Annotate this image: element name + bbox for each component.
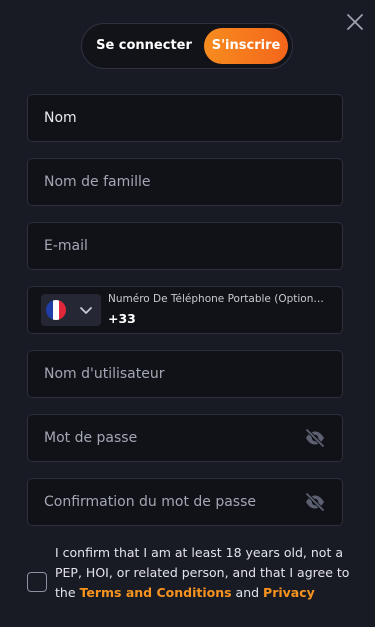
phone-field[interactable]: Numéro De Téléphone Portable (Option… +3… — [27, 286, 343, 334]
chevron-down-icon — [79, 305, 93, 315]
password-field[interactable]: Mot de passe — [27, 414, 343, 462]
password-confirm-visibility-toggle[interactable] — [304, 492, 326, 512]
terms-link[interactable]: Terms and Conditions — [80, 585, 232, 600]
close-icon — [347, 14, 363, 30]
tab-register[interactable]: S'inscrire — [204, 28, 288, 64]
tab-login[interactable]: Se connecter — [90, 28, 198, 64]
last-name-field[interactable]: Nom de famille — [27, 158, 343, 206]
username-field[interactable]: Nom d'utilisateur — [27, 350, 343, 398]
eye-off-icon — [305, 428, 325, 448]
first-name-field[interactable]: Nom — [27, 94, 343, 142]
country-code-select[interactable] — [41, 294, 101, 326]
registration-modal: Se connecter S'inscrire Nom Nom de famil… — [0, 0, 375, 627]
consent-text: I confirm that I am at least 18 years ol… — [55, 543, 355, 603]
first-name-placeholder: Nom — [44, 110, 77, 126]
phone-country-code: +33 — [108, 311, 136, 326]
consent-checkbox[interactable] — [27, 572, 47, 592]
password-visibility-toggle[interactable] — [304, 428, 326, 448]
close-button[interactable] — [345, 12, 365, 32]
last-name-placeholder: Nom de famille — [44, 174, 151, 190]
phone-label: Numéro De Téléphone Portable (Option… — [108, 293, 324, 305]
eye-off-icon — [305, 492, 325, 512]
privacy-link[interactable]: Privacy — [263, 585, 315, 600]
password-confirm-placeholder: Confirmation du mot de passe — [44, 494, 256, 510]
username-placeholder: Nom d'utilisateur — [44, 366, 165, 382]
auth-tabs: Se connecter S'inscrire — [81, 23, 293, 69]
email-field[interactable]: E-mail — [27, 222, 343, 270]
france-flag-icon — [46, 300, 66, 320]
email-placeholder: E-mail — [44, 238, 88, 254]
password-confirm-field[interactable]: Confirmation du mot de passe — [27, 478, 343, 526]
consent-and: and — [235, 585, 260, 600]
password-placeholder: Mot de passe — [44, 430, 138, 446]
